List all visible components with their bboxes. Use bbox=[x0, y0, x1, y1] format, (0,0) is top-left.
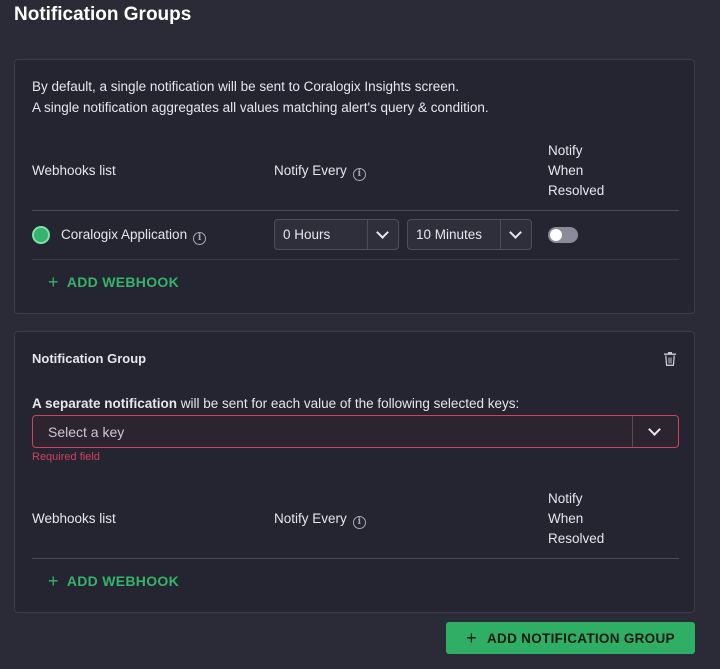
select-divider bbox=[632, 416, 633, 447]
col-webhooks-list: Webhooks list bbox=[32, 511, 116, 526]
group-key-label-rest: will be sent for each value of the follo… bbox=[177, 396, 520, 411]
chevron-down-icon bbox=[648, 423, 661, 436]
col-notify-every-label: Notify Every bbox=[274, 511, 347, 526]
hours-select[interactable]: 0 Hours bbox=[274, 219, 399, 250]
col-resolved-line1: Notify bbox=[548, 143, 583, 158]
info-icon[interactable]: i bbox=[352, 168, 366, 181]
status-dot-icon bbox=[32, 226, 50, 244]
add-webhook-label: ADD WEBHOOK bbox=[66, 274, 179, 290]
notification-group-title: Notification Group bbox=[32, 351, 147, 366]
info-icon[interactable]: i bbox=[352, 516, 366, 529]
page-title: Notification Groups bbox=[14, 4, 192, 25]
select-divider bbox=[367, 220, 368, 249]
hours-select-value: 0 Hours bbox=[283, 227, 331, 242]
minutes-select-value: 10 Minutes bbox=[416, 227, 483, 242]
col-resolved-line3: Resolved bbox=[548, 183, 605, 198]
webhook-name-label: Coralogix Application bbox=[61, 227, 188, 242]
col-resolved-line2: When bbox=[548, 511, 584, 526]
default-info-line1: By default, a single notification will b… bbox=[32, 79, 459, 94]
col-webhooks-list: Webhooks list bbox=[32, 163, 116, 178]
add-webhook-button[interactable]: + ADD WEBHOOK bbox=[48, 272, 179, 293]
col-notify-when-resolved: Notify When Resolved bbox=[548, 141, 604, 201]
plus-icon: + bbox=[48, 272, 59, 292]
notify-when-resolved-toggle[interactable] bbox=[548, 227, 578, 243]
add-webhook-button[interactable]: + ADD WEBHOOK bbox=[48, 571, 179, 592]
col-resolved-line2: When bbox=[548, 163, 584, 178]
add-notification-group-button[interactable]: + ADD NOTIFICATION GROUP bbox=[446, 622, 695, 654]
chevron-down-icon bbox=[509, 226, 522, 239]
table-header-divider bbox=[32, 558, 679, 559]
webhook-row-name: Coralogix Application i bbox=[61, 227, 207, 245]
required-field-error: Required field bbox=[32, 451, 100, 463]
col-resolved-line1: Notify bbox=[548, 491, 583, 506]
col-notify-every: Notify Every i bbox=[274, 511, 366, 529]
col-notify-every-label: Notify Every bbox=[274, 163, 347, 178]
row-divider bbox=[32, 259, 679, 260]
default-notification-card: By default, a single notification will b… bbox=[14, 59, 695, 314]
default-info-line2: A single notification aggregates all val… bbox=[32, 100, 489, 115]
plus-icon: + bbox=[48, 571, 59, 591]
add-webhook-label: ADD WEBHOOK bbox=[66, 573, 179, 589]
add-notification-group-label: ADD NOTIFICATION GROUP bbox=[486, 631, 675, 646]
table-header-divider bbox=[32, 210, 679, 211]
trash-icon[interactable] bbox=[664, 352, 676, 366]
chevron-down-icon bbox=[376, 226, 389, 239]
group-key-label: A separate notification will be sent for… bbox=[32, 396, 519, 411]
group-key-label-bold: A separate notification bbox=[32, 396, 178, 411]
toggle-knob bbox=[550, 229, 562, 241]
select-key-dropdown[interactable]: Select a key bbox=[32, 415, 679, 448]
minutes-select[interactable]: 10 Minutes bbox=[407, 219, 532, 250]
col-notify-when-resolved: Notify When Resolved bbox=[548, 489, 604, 549]
col-notify-every: Notify Every i bbox=[274, 163, 366, 181]
select-key-placeholder: Select a key bbox=[48, 424, 125, 440]
col-resolved-line3: Resolved bbox=[548, 531, 605, 546]
plus-icon: + bbox=[466, 628, 477, 648]
select-divider bbox=[500, 220, 501, 249]
notification-group-card: Notification Group A separate notificati… bbox=[14, 331, 695, 613]
info-icon[interactable]: i bbox=[193, 232, 207, 245]
